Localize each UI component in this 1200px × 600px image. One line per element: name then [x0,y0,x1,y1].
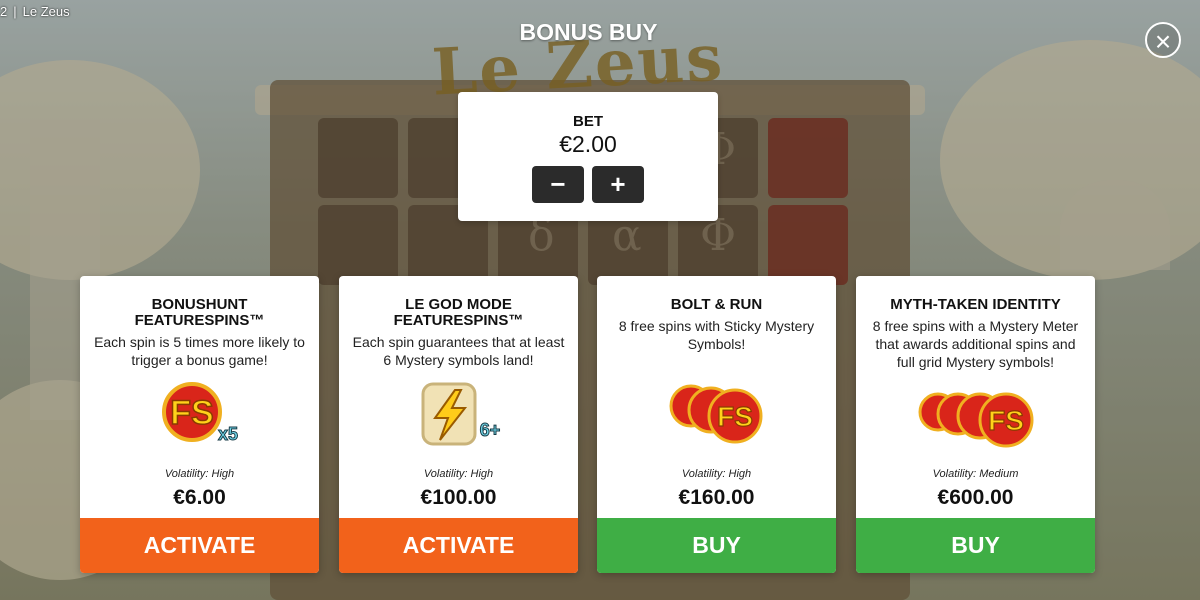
svg-text:FS: FS [170,394,213,432]
activate-button[interactable]: ACTIVATE [339,518,578,573]
fs-x5-icon: FS x5 [80,380,319,450]
top-info: 2 | Le Zeus [0,4,76,19]
card-description: 8 free spins with a Mystery Meter that a… [872,318,1079,370]
card-description: Each spin guarantees that at least 6 Mys… [352,334,565,368]
top-info-left: 2 [0,4,8,19]
card-title: BOLT & RUN [670,296,763,313]
close-icon: × [1154,26,1172,57]
decrease-bet-button[interactable]: − [532,166,584,203]
buy-button[interactable]: BUY [597,518,836,573]
volatility-label: Volatility: High [164,468,235,480]
bet-value: €2.00 [559,131,617,157]
card-title: MYTH-TAKEN IDENTITY [890,296,1061,313]
card-title: LE GOD MODE FEATURESPINS™ [393,296,524,329]
increase-bet-button[interactable]: + [592,166,644,203]
bonus-card-myth-taken-identity: MYTH-TAKEN IDENTITY 8 free spins with a … [856,276,1095,573]
bonus-card-god-mode: LE GOD MODE FEATURESPINS™ Each spin guar… [339,276,578,573]
fs-triple-icon: FS [597,380,836,450]
card-title: BONUSHUNT FEATURESPINS™ [134,296,265,329]
top-info-separator: | [13,4,17,19]
lightning-tablet-icon: 6+ [339,380,578,450]
fs-badge: x5 [218,424,238,444]
card-description: Each spin is 5 times more likely to trig… [94,334,305,368]
fs-badge: FS [717,401,753,432]
bet-label: BET [573,113,603,130]
buy-button[interactable]: BUY [856,518,1095,573]
volatility-label: Volatility: High [423,468,494,480]
price-label: €6.00 [173,486,226,509]
fs-badge: FS [988,405,1024,436]
fs-quad-icon: FS [856,380,1095,450]
price-label: €100.00 [420,486,497,509]
page-title: BONUS BUY [519,19,658,45]
bet-controls: − + [458,166,718,203]
volatility-label: Volatility: High [681,468,752,480]
card-description: 8 free spins with Sticky Mystery Symbols… [618,318,815,352]
tablet-badge: 6+ [480,420,501,440]
price-label: €600.00 [937,486,1014,509]
volatility-label: Volatility: Medium [932,468,1019,480]
price-label: €160.00 [678,486,755,509]
game-name: Le Zeus [22,4,70,19]
bonus-card-bolt-and-run: BOLT & RUN 8 free spins with Sticky Myst… [597,276,836,573]
close-button[interactable]: × [1145,22,1181,58]
bonus-card-bonushunt: BONUSHUNT FEATURESPINS™ Each spin is 5 t… [80,276,319,573]
bet-panel: BET €2.00 − + [458,92,718,221]
activate-button[interactable]: ACTIVATE [80,518,319,573]
